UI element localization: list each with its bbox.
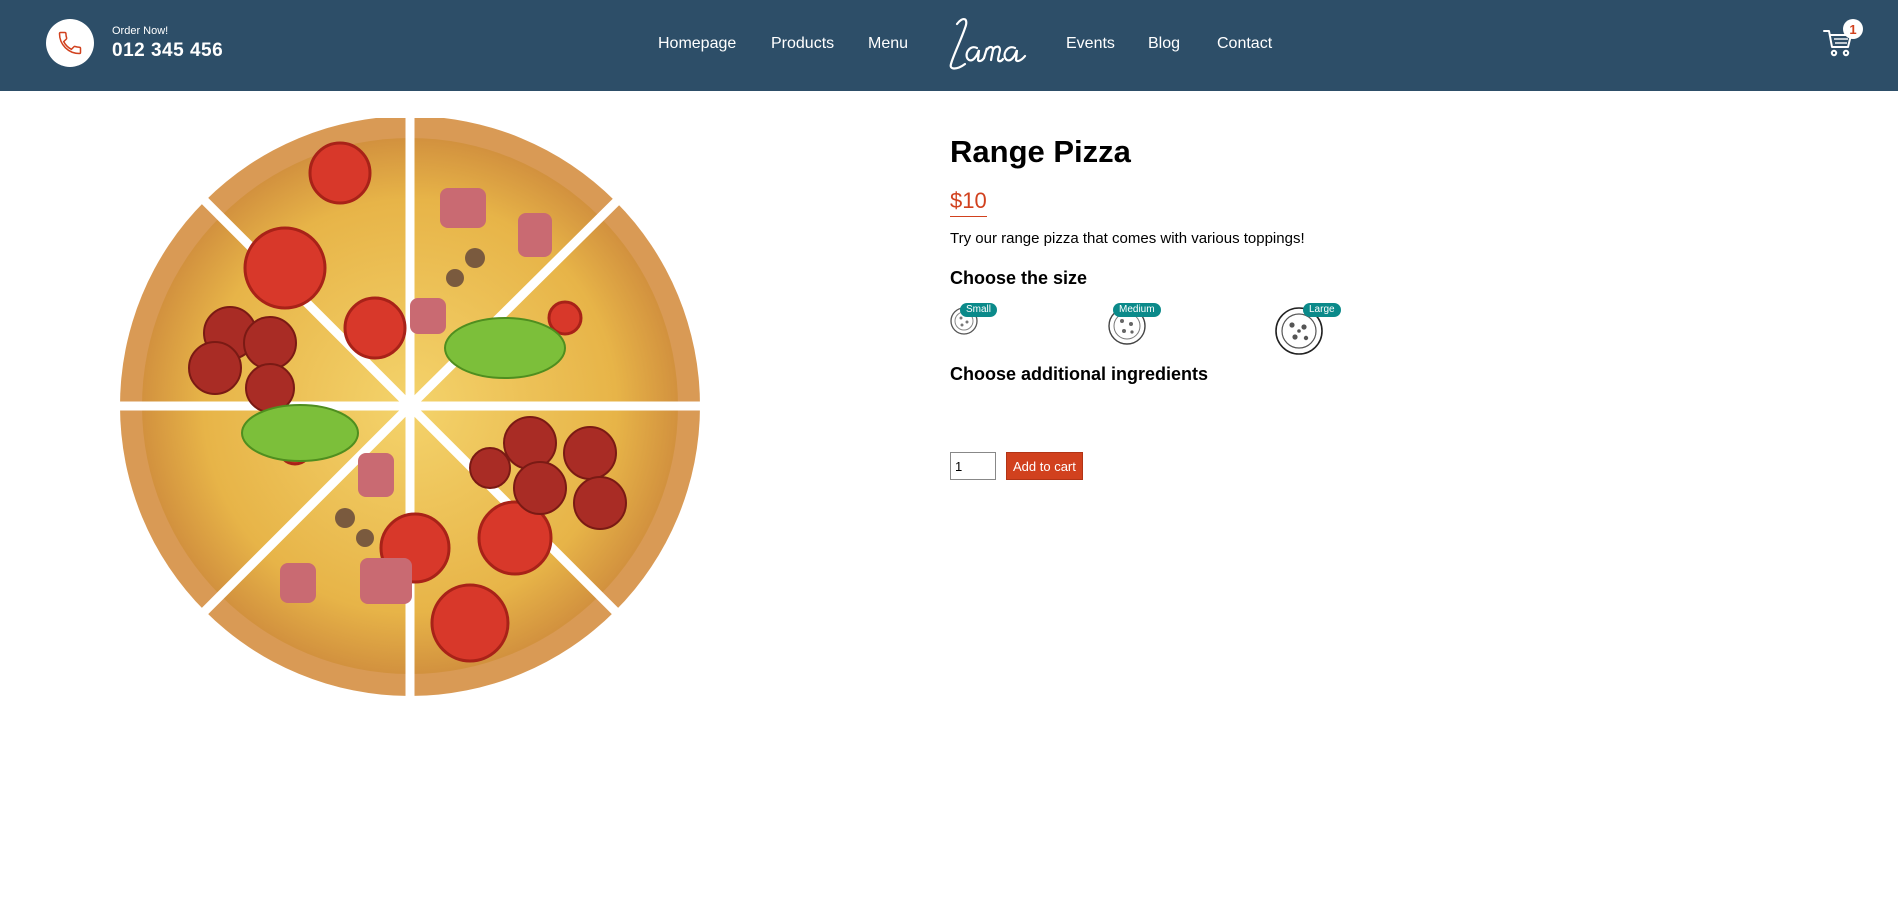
nav-item-blog[interactable]: Blog xyxy=(1148,35,1180,53)
size-label-small: Small xyxy=(960,303,998,317)
logo[interactable] xyxy=(943,12,1035,79)
nav-item-menu[interactable]: Menu xyxy=(868,35,908,53)
product-description: Try our range pizza that comes with vari… xyxy=(950,230,1305,247)
nav-item-contact[interactable]: Contact xyxy=(1217,35,1272,53)
product-price: $10 xyxy=(950,188,987,217)
quantity-input[interactable] xyxy=(950,452,996,480)
size-label-medium: Medium xyxy=(1113,303,1161,317)
navbar: Order Now! 012 345 456 Homepage Products… xyxy=(0,0,1898,91)
size-medium-option[interactable]: Medium xyxy=(1108,303,1161,350)
nav-item-homepage[interactable]: Homepage xyxy=(658,35,736,53)
size-small-option[interactable]: Small xyxy=(950,303,998,340)
nav-item-events[interactable]: Events xyxy=(1066,35,1115,53)
add-to-cart-button[interactable]: Add to cart xyxy=(1006,452,1083,480)
product-title: Range Pizza xyxy=(950,134,1131,169)
nav-item-products[interactable]: Products xyxy=(771,35,834,53)
size-heading: Choose the size xyxy=(950,268,1088,288)
nav-menu: Homepage Products Menu Events Blog Conta… xyxy=(0,0,1898,91)
product-image xyxy=(105,113,710,703)
ingredients-heading: Choose additional ingredients xyxy=(950,364,1209,384)
size-options: Small Medium Large xyxy=(950,299,1650,359)
size-large-option[interactable]: Large xyxy=(1275,303,1341,360)
cart-count-badge: 1 xyxy=(1843,19,1863,39)
add-to-cart-row: Add to cart xyxy=(950,452,1083,480)
product-details: Range Pizza $10 Try our range pizza that… xyxy=(950,132,1650,480)
size-label-large: Large xyxy=(1303,303,1341,317)
